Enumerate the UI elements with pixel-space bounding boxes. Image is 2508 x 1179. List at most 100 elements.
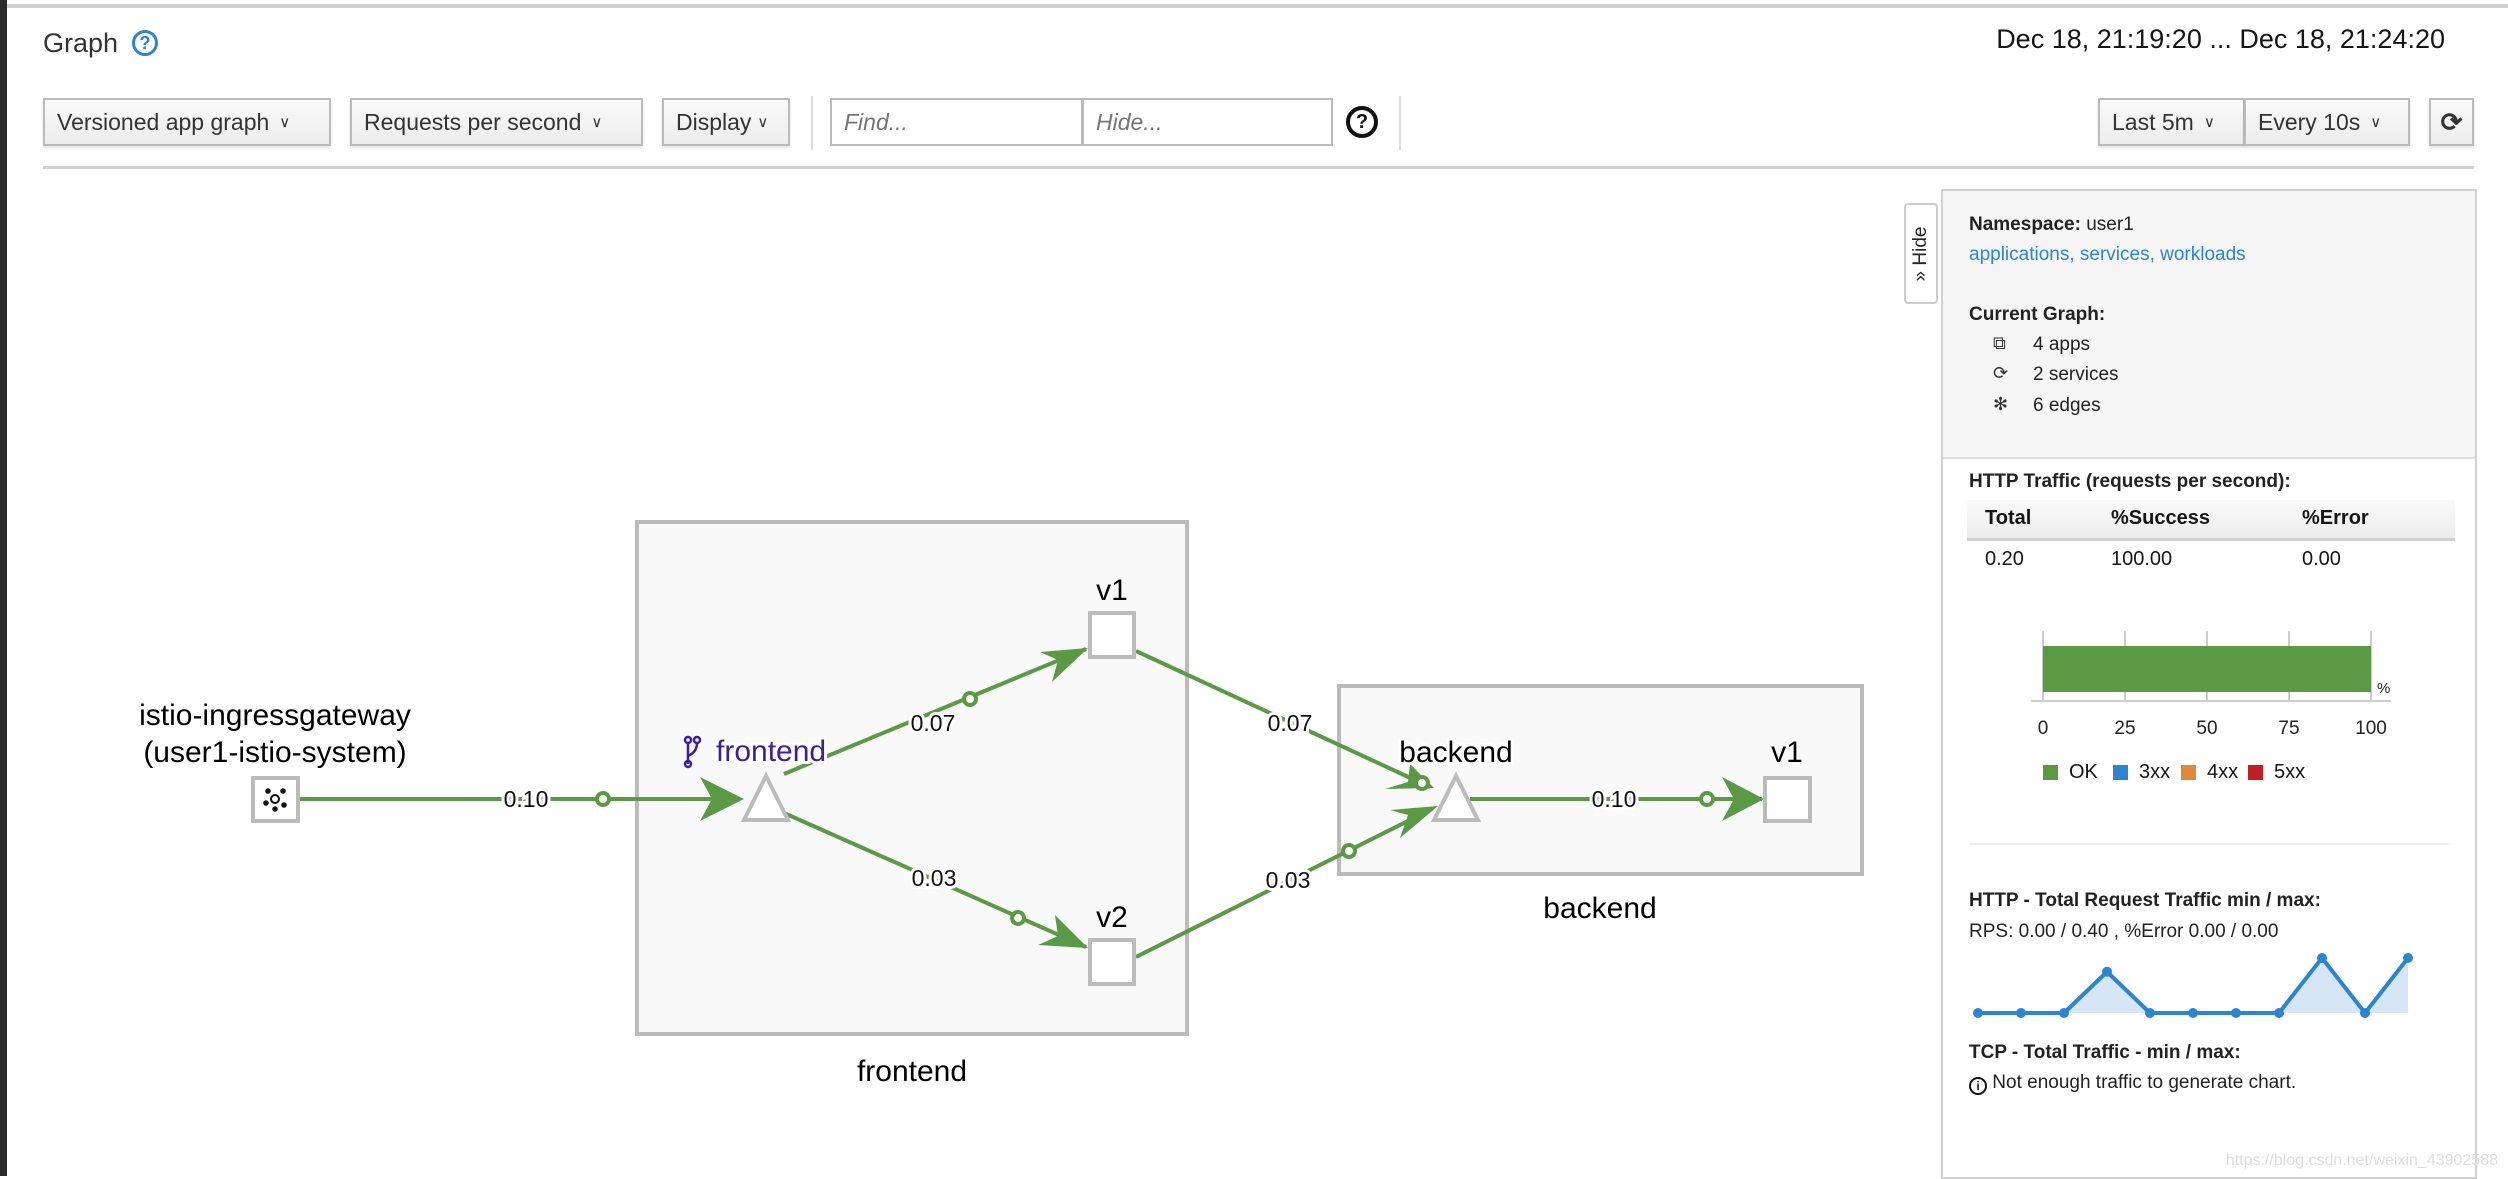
header-total: Total — [1985, 507, 2032, 529]
apps-icon: ⧉ — [1993, 333, 2006, 353]
gateway-namespace-label: (user1-istio-system) — [143, 736, 406, 769]
chevron-down-icon: ∨ — [757, 114, 769, 131]
apps-count: 4 apps — [2033, 334, 2091, 355]
sparkline-point — [2059, 1008, 2069, 1018]
watermark: https://blog.csdn.net/weixin_43902588 — [2225, 1152, 2498, 1169]
graph-type-label: Versioned app graph — [57, 108, 270, 135]
hide-input[interactable] — [1082, 98, 1333, 146]
namespace-links[interactable]: applications, services, workloads — [1969, 244, 2246, 266]
edge-label: 0.10 — [504, 786, 549, 812]
legend-swatch-ok — [2043, 765, 2058, 780]
sparkline-point — [2274, 1008, 2284, 1018]
tcp-title: TCP - Total Traffic - min / max: — [1969, 1042, 2241, 1063]
frontend-v1-node[interactable] — [1088, 611, 1136, 659]
legend-swatch-4xx — [2181, 765, 2196, 780]
unit-label: % — [2377, 680, 2390, 697]
summary-panel: Namespace: user1 applications, services,… — [1941, 189, 2477, 1179]
legend-swatch-3xx — [2113, 765, 2128, 780]
sparkline-point — [2231, 1008, 2241, 1018]
refresh-icon: ⟳ — [2440, 106, 2463, 137]
value-success: 100.00 — [2111, 548, 2173, 570]
tick-label: 100 — [2355, 718, 2387, 739]
toolbar-separator — [1399, 96, 1401, 150]
frontend-v1-label: v1 — [1096, 574, 1128, 607]
sparkline-point — [2317, 953, 2327, 963]
edge-label: 0.07 — [911, 710, 956, 736]
top-divider — [7, 4, 2508, 8]
edge-traffic-dot — [1341, 843, 1357, 859]
display-label: Display — [676, 108, 752, 135]
edge-traffic-dot — [1414, 775, 1430, 791]
edges-icon: ✻ — [1993, 394, 2009, 414]
duration-dropdown[interactable]: Last 5m ∨ — [2098, 98, 2245, 146]
sparkline-point — [2145, 1008, 2155, 1018]
http-traffic-title: HTTP Traffic (requests per second): — [1969, 471, 2291, 492]
edge-label: 0.03 — [1266, 867, 1311, 893]
backend-v1-label: v1 — [1771, 736, 1803, 769]
legend-swatch-5xx — [2248, 765, 2263, 780]
backend-v1-node[interactable] — [1763, 776, 1812, 823]
tick-label: 25 — [2114, 718, 2135, 739]
frontend-service-label: frontend — [716, 735, 826, 768]
namespace-row: Namespace: user1 — [1969, 214, 2134, 236]
hide-label: » Hide — [1910, 226, 1931, 281]
sparkline-point — [2188, 1008, 2198, 1018]
tick-label: 50 — [2196, 718, 2217, 739]
gateway-label: istio-ingressgateway — [139, 699, 411, 732]
value-error: 0.00 — [2302, 548, 2341, 570]
bar-ok — [2043, 646, 2371, 692]
chevron-down-icon: ∨ — [591, 114, 603, 131]
namespace-label: Namespace: — [1969, 214, 2081, 235]
edge-labels-dropdown[interactable]: Requests per second ∨ — [350, 98, 643, 146]
value-total: 0.20 — [1985, 548, 2024, 570]
toolbar-separator — [811, 96, 813, 150]
section-divider — [1969, 843, 2449, 845]
frontend-box-label: frontend — [857, 1055, 967, 1088]
backend-service-label: backend — [1399, 736, 1512, 769]
services-icon: ⟳ — [1993, 363, 2009, 383]
http-sparkline — [1973, 953, 2413, 1018]
http-total-title: HTTP - Total Request Traffic min / max: — [1969, 890, 2321, 911]
tick-label: 0 — [2038, 718, 2049, 739]
traffic-table-header: Total %Success %Error — [1967, 500, 2455, 541]
chevron-down-icon: ∨ — [279, 114, 291, 131]
tcp-message-row: i Not enough traffic to generate chart. — [1969, 1072, 2296, 1095]
edge-label: 0.03 — [912, 865, 957, 891]
current-graph-label: Current Graph: — [1969, 304, 2106, 325]
edge-traffic-dot — [1699, 791, 1715, 807]
display-dropdown[interactable]: Display ∨ — [662, 98, 790, 146]
hide-panel-button[interactable]: » Hide — [1904, 203, 1938, 304]
edge-traffic-dot — [595, 791, 611, 807]
legend-label-3xx: 3xx — [2139, 761, 2171, 783]
graph-canvas[interactable]: frontend backend 0.10 0.07 0.03 0.07 0.0… — [0, 170, 1900, 1176]
edge-label: 0.10 — [1592, 786, 1637, 812]
refresh-interval-dropdown[interactable]: Every 10s ∨ — [2244, 98, 2410, 146]
gateway-node[interactable] — [251, 776, 300, 823]
chevron-down-icon: ∨ — [2203, 114, 2215, 131]
header-error: %Error — [2302, 507, 2369, 529]
frontend-v2-label: v2 — [1096, 901, 1128, 934]
frontend-v2-node[interactable] — [1088, 938, 1136, 986]
help-icon[interactable]: ? — [132, 30, 158, 56]
edge-traffic-dot — [962, 691, 978, 707]
response-code-bar-chart: 0 25 50 75 100% — [2031, 631, 2391, 739]
sparkline-point — [1973, 1008, 1983, 1018]
edge-labels-label: Requests per second — [364, 108, 582, 135]
chevron-down-icon: ∨ — [2370, 114, 2382, 131]
edges-count: 6 edges — [2033, 395, 2101, 416]
header-success: %Success — [2111, 507, 2210, 529]
graph-type-dropdown[interactable]: Versioned app graph ∨ — [43, 98, 331, 146]
date-range: Dec 18, 21:19:20 ... Dec 18, 21:24:20 — [1996, 24, 2445, 54]
toolbar-divider — [43, 166, 2474, 169]
sparkline-point — [2016, 1008, 2026, 1018]
services-count: 2 services — [2033, 364, 2119, 385]
find-input[interactable] — [830, 98, 1083, 146]
tick-label: 75 — [2278, 718, 2299, 739]
refresh-button[interactable]: ⟳ — [2429, 98, 2474, 146]
edge-label: 0.07 — [1268, 710, 1313, 736]
page-title: Graph — [43, 28, 119, 58]
find-help-icon[interactable]: ? — [1346, 106, 1378, 138]
duration-label: Last 5m — [2112, 108, 2194, 135]
sparkline-point — [2360, 1008, 2370, 1018]
tcp-message: Not enough traffic to generate chart. — [1992, 1072, 2297, 1093]
